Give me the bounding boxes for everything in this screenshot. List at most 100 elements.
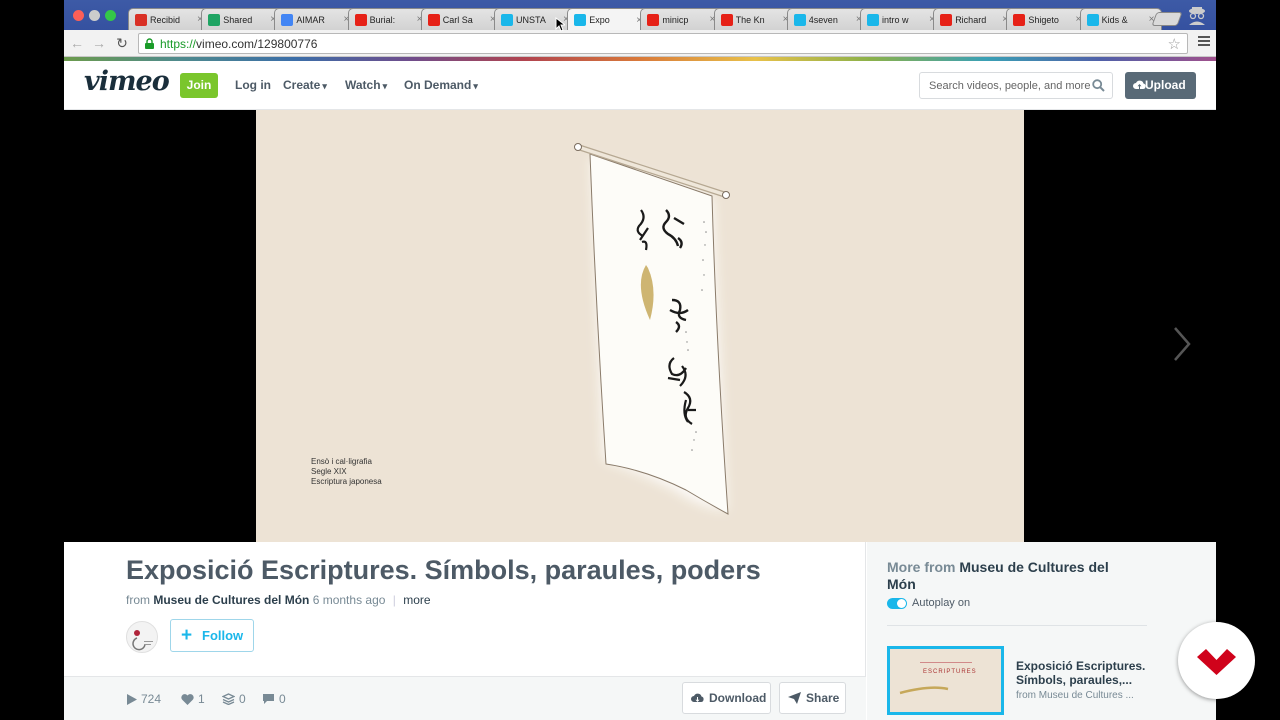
back-arrow-icon[interactable]: ←	[68, 34, 86, 52]
upload-label: Upload	[1145, 78, 1186, 92]
url-scheme: https://	[160, 37, 197, 51]
autoplay-control[interactable]: Autoplay on	[887, 597, 970, 609]
pause-icon	[501, 13, 513, 26]
browser-tab[interactable]: Recibid ×	[128, 8, 210, 30]
next-video-arrow-icon[interactable]	[1172, 326, 1192, 362]
user-profile-icon[interactable]	[1186, 5, 1208, 27]
browser-tab[interactable]: 4seven ×	[786, 8, 869, 30]
thumbnail-artwork	[899, 662, 972, 695]
download-button[interactable]: Download	[682, 682, 771, 714]
autoplay-label: Autoplay on	[912, 597, 971, 609]
follow-label: Follow	[202, 628, 244, 643]
comment-icon	[263, 694, 274, 704]
forward-arrow-icon[interactable]: →	[90, 34, 108, 52]
join-button[interactable]: Join	[180, 73, 218, 98]
browser-tab[interactable]: The Kn ×	[713, 8, 796, 30]
collections-stat[interactable]: 0	[222, 692, 246, 706]
create-menu[interactable]: Create ▾	[283, 78, 327, 92]
more-from-heading: More from Museu de Cultures del Món	[887, 559, 1137, 593]
youtube-icon	[1013, 13, 1026, 26]
share-button[interactable]: Share	[779, 682, 846, 714]
from-label: from	[126, 593, 150, 607]
search-icon[interactable]	[1092, 79, 1105, 92]
chevron-down-icon: ▾	[322, 81, 327, 91]
video-player[interactable]: Ensò i cal·ligrafia Segle XIX Escriptura…	[256, 110, 1024, 542]
login-link[interactable]: Log in	[235, 78, 271, 92]
plus-icon: +	[181, 625, 193, 646]
upload-age: 6 months ago	[312, 593, 386, 607]
recommended-video-owner: from Museu de Cultures ...	[1016, 690, 1134, 701]
follow-button[interactable]: + Follow	[170, 619, 254, 652]
browser-tab[interactable]: Shared ×	[201, 8, 284, 30]
browser-menu-icon[interactable]	[1198, 36, 1210, 48]
video-info: Exposició Escriptures. Símbols, paraules…	[64, 542, 866, 720]
tab-title: 4seven	[808, 14, 838, 25]
pause-icon	[574, 14, 587, 26]
autoplay-toggle[interactable]	[887, 597, 907, 609]
browser-tab[interactable]: Richard ×	[933, 8, 1016, 30]
window-maximize-button[interactable]	[105, 10, 116, 21]
search-input[interactable]: Search videos, people, and more	[919, 72, 1113, 99]
create-label: Create	[283, 78, 321, 92]
browser-window: Recibid × Shared × AIMAR × Burial: × Carl Sa × UN…	[64, 0, 1216, 720]
recommended-video-title[interactable]: Exposició Escriptures. Símbols, paraules…	[1016, 659, 1156, 687]
stack-icon	[222, 693, 235, 705]
address-bar[interactable]: https://vimeo.com/129800776 ☆	[138, 33, 1188, 54]
reload-icon[interactable]: ↻	[113, 34, 131, 52]
watch-menu[interactable]: Watch ▾	[345, 78, 387, 92]
browser-tab[interactable]: Kids & ×	[1079, 8, 1162, 30]
browser-tab[interactable]: Shigeto ×	[1006, 8, 1089, 30]
youtube-icon	[647, 13, 660, 26]
tab-title: Richard	[955, 14, 987, 25]
tab-title: Expo	[589, 15, 610, 25]
on-demand-menu[interactable]: On Demand ▾	[404, 78, 478, 92]
browser-tab[interactable]: intro w ×	[860, 8, 942, 30]
screen: Recibid × Shared × AIMAR × Burial: × Carl Sa × UN…	[0, 0, 1280, 720]
recommended-video-thumbnail[interactable]: ESCRIPTURES	[887, 646, 1004, 715]
browser-tab[interactable]: Carl Sa ×	[420, 8, 503, 30]
video-meta: from Museu de Cultures del Món 6 months …	[126, 593, 431, 607]
header-color-stripe	[64, 57, 1216, 61]
caption-line: Segle XIX	[311, 467, 347, 476]
collections-count: 0	[239, 692, 246, 706]
tab-title: Shigeto	[1028, 14, 1059, 25]
vimeo-icon	[867, 13, 879, 26]
plays-stat[interactable]: 724	[126, 692, 161, 706]
tab-title: Carl Sa	[442, 14, 473, 25]
tab-title: Kids &	[1101, 14, 1128, 25]
mouse-cursor-icon	[555, 17, 565, 32]
watch-label: Watch	[345, 78, 381, 92]
video-title: Exposició Escriptures. Símbols, paraules…	[126, 555, 761, 585]
drive-icon	[208, 13, 221, 26]
vimeo-logo[interactable]: vimeo	[84, 66, 170, 97]
new-tab-button[interactable]	[1151, 12, 1183, 26]
youtube-icon	[354, 13, 367, 26]
likes-stat[interactable]: 1	[181, 692, 205, 706]
owner-link[interactable]: Museu de Cultures del Món	[153, 593, 309, 607]
heart-icon	[181, 693, 194, 705]
window-close-button[interactable]	[73, 10, 84, 21]
url-path: vimeo.com/129800776	[196, 37, 318, 51]
window-minimize-button[interactable]	[89, 10, 100, 21]
avatar[interactable]	[126, 621, 158, 653]
share-label: Share	[806, 691, 840, 705]
tab-title: The Kn	[735, 14, 765, 25]
more-link[interactable]: more	[403, 593, 430, 607]
browser-tab[interactable]: Burial: ×	[347, 8, 430, 30]
browser-tab[interactable]: Expo ×	[567, 8, 650, 31]
browser-tab[interactable]: AIMAR ×	[274, 8, 357, 30]
bookmark-star-icon[interactable]: ☆	[1168, 35, 1181, 53]
likes-count: 1	[198, 692, 205, 706]
paper-plane-icon	[788, 692, 801, 704]
caption-line: Escriptura japonesa	[311, 477, 382, 486]
browser-tab[interactable]: minicp ×	[640, 8, 723, 30]
upload-button[interactable]: Upload	[1125, 72, 1196, 99]
search-placeholder: Search videos, people, and more	[929, 80, 1091, 92]
tab-title: Shared	[223, 14, 253, 25]
chevron-down-icon: ▾	[382, 81, 388, 91]
comments-stat[interactable]: 0	[262, 692, 286, 706]
tab-title: intro w	[882, 14, 909, 25]
tab-strip: Recibid × Shared × AIMAR × Burial: × Carl Sa × UN…	[64, 0, 1216, 31]
stats-bar: 724 1 0 0 Download Share	[64, 676, 866, 720]
site-header: vimeo Join Log in Create ▾ Watch ▾ On Dema…	[64, 57, 1216, 110]
